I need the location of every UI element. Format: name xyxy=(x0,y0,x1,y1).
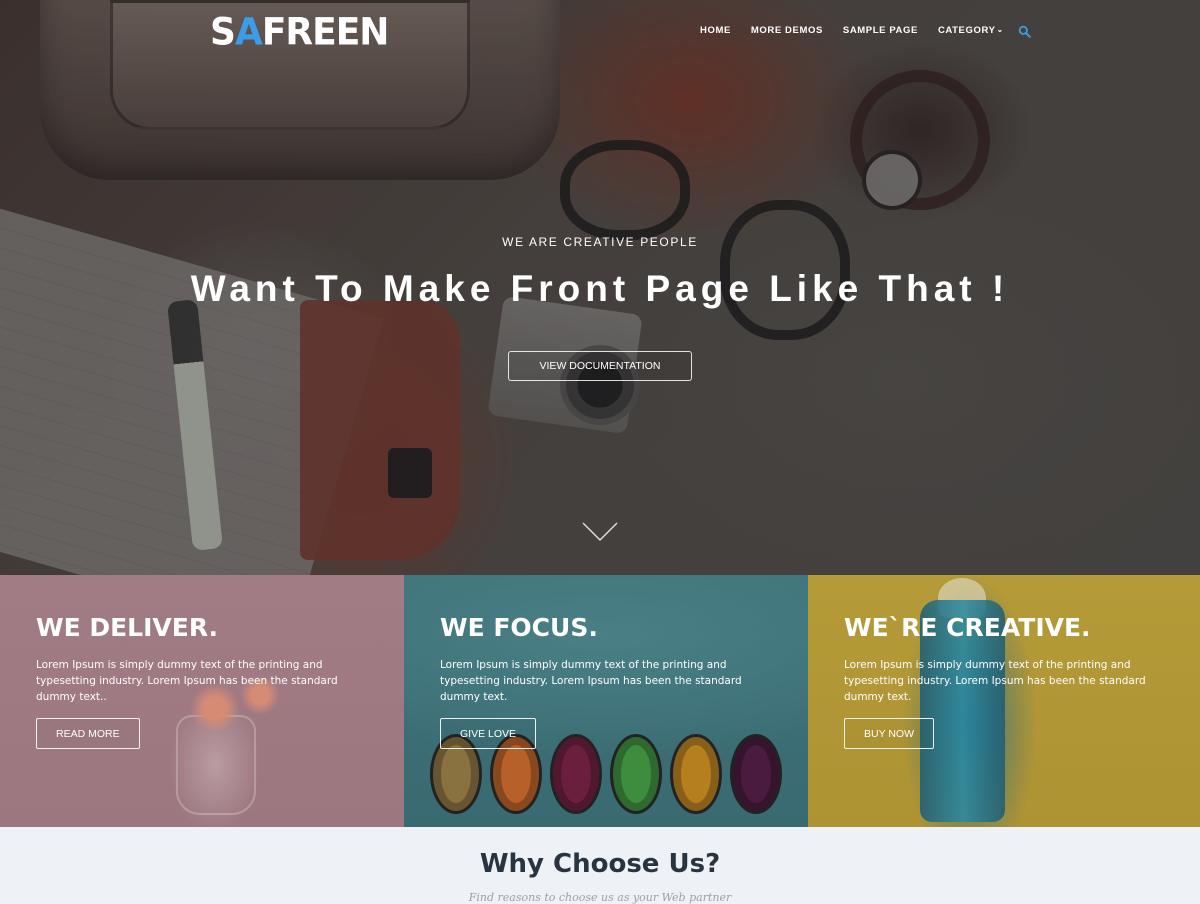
paint-pot xyxy=(670,734,722,814)
section-subtitle: Find reasons to choose us as your Web pa… xyxy=(468,891,732,904)
feature-text: Lorem Ipsum is simply dummy text of the … xyxy=(440,659,742,703)
paint-pot xyxy=(610,734,662,814)
logo-part-a: A xyxy=(234,10,263,55)
feature-content: WE FOCUS. Lorem Ipsum is simply dummy te… xyxy=(440,613,760,705)
nav-item-more-demos[interactable]: MORE DEMOS xyxy=(751,25,823,36)
feature-title: WE DELIVER. xyxy=(36,613,219,642)
site-logo[interactable]: SAFREEN xyxy=(210,10,390,55)
feature-text: Lorem Ipsum is simply dummy text of the … xyxy=(844,659,1146,703)
logo-part-freen: FREEN xyxy=(261,10,390,55)
nav-item-category-label: CATEGORY xyxy=(937,25,996,36)
hero-kicker: WE ARE CREATIVE PEOPLE xyxy=(502,235,698,249)
paint-pot xyxy=(550,734,602,814)
feature-content: WE`RE CREATIVE. Lorem Ipsum is simply du… xyxy=(844,613,1164,705)
nav-item-sample-page[interactable]: SAMPLE PAGE xyxy=(843,25,918,36)
chevron-down-icon[interactable] xyxy=(582,522,618,542)
hero-section: SAFREEN HOME MORE DEMOS SAMPLE PAGE CATE… xyxy=(0,0,1200,575)
chevron-down-icon: ⌄ xyxy=(996,25,1004,34)
nav-item-home[interactable]: HOME xyxy=(700,25,731,36)
logo-part-s: S xyxy=(210,10,236,55)
main-nav: HOME MORE DEMOS SAMPLE PAGE CATEGORY⌄ xyxy=(700,24,1031,38)
buy-now-button[interactable]: BUY NOW xyxy=(844,718,934,749)
view-documentation-button[interactable]: VIEW DOCUMENTATION xyxy=(508,351,692,381)
feature-content: WE DELIVER. Lorem Ipsum is simply dummy … xyxy=(36,613,356,705)
paint-pot xyxy=(730,734,782,814)
nav-item-category[interactable]: CATEGORY⌄ xyxy=(938,25,1004,36)
hero-title: Want To Make Front Page Like That ! xyxy=(190,268,1010,309)
section-title: Why Choose Us? xyxy=(479,849,721,879)
feature-text: Lorem Ipsum is simply dummy text of the … xyxy=(36,659,338,703)
search-icon[interactable] xyxy=(1018,25,1031,38)
feature-title: WE FOCUS. xyxy=(440,613,598,642)
read-more-button[interactable]: READ MORE xyxy=(36,718,140,749)
why-choose-section: Why Choose Us? Find reasons to choose us… xyxy=(0,827,1200,904)
feature-title: WE`RE CREATIVE. xyxy=(844,613,1091,642)
give-love-button[interactable]: GIVE LOVE xyxy=(440,718,537,749)
